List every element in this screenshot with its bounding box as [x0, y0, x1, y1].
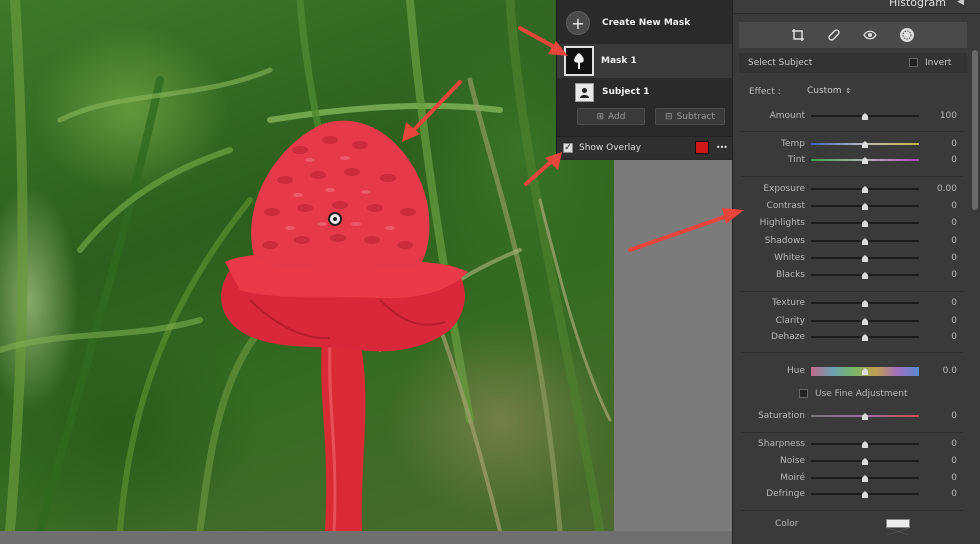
- component-item-subject-1[interactable]: Subject 1: [557, 80, 733, 104]
- section-divider: [741, 352, 963, 353]
- subtract-label: Subtract: [676, 111, 715, 122]
- section-divider: [741, 510, 963, 511]
- hue-label: Hue: [786, 366, 805, 376]
- section-divider: [741, 176, 963, 177]
- overlay-row: ✓ Show Overlay •••: [557, 136, 733, 158]
- amount-value[interactable]: 100: [935, 111, 957, 121]
- temp-label: Temp: [781, 139, 805, 149]
- fine-adjustment-checkbox[interactable]: [799, 389, 808, 398]
- subject-name: Subject 1: [602, 87, 650, 97]
- subtract-button[interactable]: ⊟ Subtract: [655, 108, 725, 125]
- texture-label: Texture: [772, 298, 805, 308]
- subtract-square-icon: ⊟: [665, 111, 673, 122]
- section-divider: [741, 131, 963, 132]
- dehaze-value[interactable]: 0: [935, 332, 957, 342]
- noise-label: Noise: [780, 456, 805, 466]
- highlights-value[interactable]: 0: [935, 218, 957, 228]
- filmstrip-edge: [0, 531, 732, 544]
- more-options-icon[interactable]: •••: [716, 143, 728, 152]
- panel-scrollbar[interactable]: [972, 50, 978, 210]
- masks-panel: + Create New Mask Mask 1 Subject 1 ⊞ Add…: [556, 0, 733, 160]
- exposure-label: Exposure: [763, 184, 805, 194]
- show-overlay-checkbox[interactable]: ✓: [563, 142, 573, 153]
- texture-value[interactable]: 0: [935, 298, 957, 308]
- shadows-label: Shadows: [764, 236, 805, 246]
- whites-value[interactable]: 0: [935, 253, 957, 263]
- amount-label: Amount: [769, 111, 805, 121]
- add-button[interactable]: ⊞ Add: [577, 108, 645, 125]
- defringe-value[interactable]: 0: [935, 489, 957, 499]
- whites-label: Whites: [774, 253, 805, 263]
- adjustment-sliders: Amount 100 Temp 0 Tint 0 Exposure 0.00 Contrast 0…: [739, 0, 971, 544]
- tint-value[interactable]: 0: [935, 155, 957, 165]
- dehaze-label: Dehaze: [771, 332, 805, 342]
- saturation-label: Saturation: [758, 411, 805, 421]
- add-square-icon: ⊞: [596, 111, 605, 122]
- contrast-label: Contrast: [766, 201, 805, 211]
- shadows-value[interactable]: 0: [935, 236, 957, 246]
- plus-icon: +: [571, 13, 585, 33]
- add-mask-button[interactable]: +: [566, 11, 590, 35]
- mask-name: Mask 1: [601, 56, 637, 66]
- section-divider: [741, 432, 963, 433]
- overlay-color-swatch[interactable]: [694, 141, 709, 154]
- color-swatch[interactable]: [886, 519, 910, 536]
- subject-thumbnail: [575, 82, 594, 102]
- temp-value[interactable]: 0: [935, 139, 957, 149]
- mask-pin-icon[interactable]: [328, 212, 342, 226]
- mask-thumbnail[interactable]: [564, 46, 594, 76]
- fine-adjustment-label: Use Fine Adjustment: [815, 389, 908, 399]
- create-new-mask-row[interactable]: + Create New Mask: [557, 8, 733, 38]
- mask-silhouette-icon: [574, 53, 584, 69]
- mask-item-mask-1[interactable]: Mask 1: [557, 44, 733, 78]
- moir--label: Moiré: [780, 473, 805, 483]
- canvas-background: [614, 160, 732, 531]
- hue-value[interactable]: 0.0: [935, 366, 957, 376]
- blacks-label: Blacks: [775, 270, 805, 280]
- blacks-value[interactable]: 0: [935, 270, 957, 280]
- clarity-value[interactable]: 0: [935, 316, 957, 326]
- saturation-value[interactable]: 0: [935, 411, 957, 421]
- add-label: Add: [608, 111, 626, 122]
- sharpness-value[interactable]: 0: [935, 439, 957, 449]
- photo-canvas[interactable]: [0, 0, 614, 531]
- tint-label: Tint: [788, 155, 805, 165]
- noise-value[interactable]: 0: [935, 456, 957, 466]
- no-color-cross-icon: [886, 527, 910, 536]
- contrast-value[interactable]: 0: [935, 201, 957, 211]
- photo-image: [0, 0, 612, 531]
- color-label: Color: [775, 519, 799, 529]
- clarity-label: Clarity: [775, 316, 805, 326]
- highlights-label: Highlights: [759, 218, 805, 228]
- create-new-mask-label: Create New Mask: [602, 18, 691, 28]
- section-divider: [741, 291, 963, 292]
- exposure-value[interactable]: 0.00: [935, 184, 957, 194]
- person-icon: [580, 87, 589, 98]
- develop-right-panel: Histogram ◀ Select Subject Invert Effect…: [732, 0, 980, 544]
- sharpness-label: Sharpness: [758, 439, 805, 449]
- show-overlay-label: Show Overlay: [579, 142, 642, 153]
- defringe-label: Defringe: [766, 489, 805, 499]
- moir--value[interactable]: 0: [935, 473, 957, 483]
